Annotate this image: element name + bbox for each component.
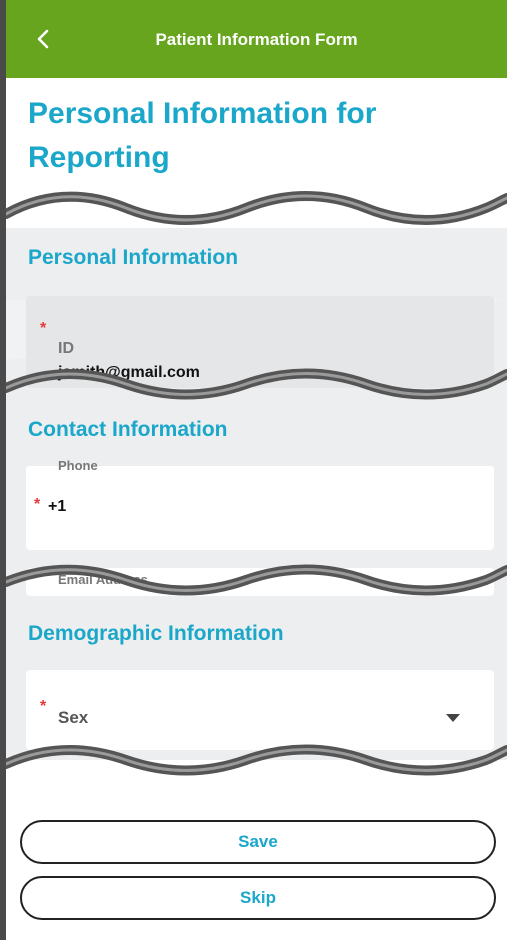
phone-field[interactable]: Phone * +1: [26, 458, 494, 550]
save-button[interactable]: Save: [20, 820, 496, 864]
id-label: ID: [58, 340, 74, 357]
required-asterisk: *: [40, 320, 47, 337]
section-title-demographic: Demographic Information: [28, 622, 284, 645]
section-title-personal: Personal Information: [28, 246, 239, 269]
sex-label: Sex: [58, 708, 89, 727]
header-title: Patient Information Form: [155, 30, 358, 49]
app-header: Patient Information Form: [6, 0, 507, 78]
dropdown-arrow-icon: [446, 714, 460, 722]
email-label: Email Address: [58, 572, 148, 587]
page-title: Personal Information for Reporting: [28, 97, 377, 174]
section-title-contact: Contact Information: [28, 418, 228, 441]
skip-button[interactable]: Skip: [20, 876, 496, 920]
required-asterisk: *: [34, 496, 41, 513]
id-field[interactable]: * ID jsmith@gmail.com: [26, 296, 494, 388]
phone-value: +1: [48, 498, 67, 515]
sex-select[interactable]: * Sex: [26, 670, 494, 750]
screen: Patient Information Form Personal Inform…: [6, 0, 507, 940]
required-asterisk: *: [40, 698, 47, 715]
phone-label: Phone: [58, 458, 98, 473]
email-field[interactable]: Email Address: [26, 568, 494, 596]
id-value: jsmith@gmail.com: [58, 364, 200, 381]
